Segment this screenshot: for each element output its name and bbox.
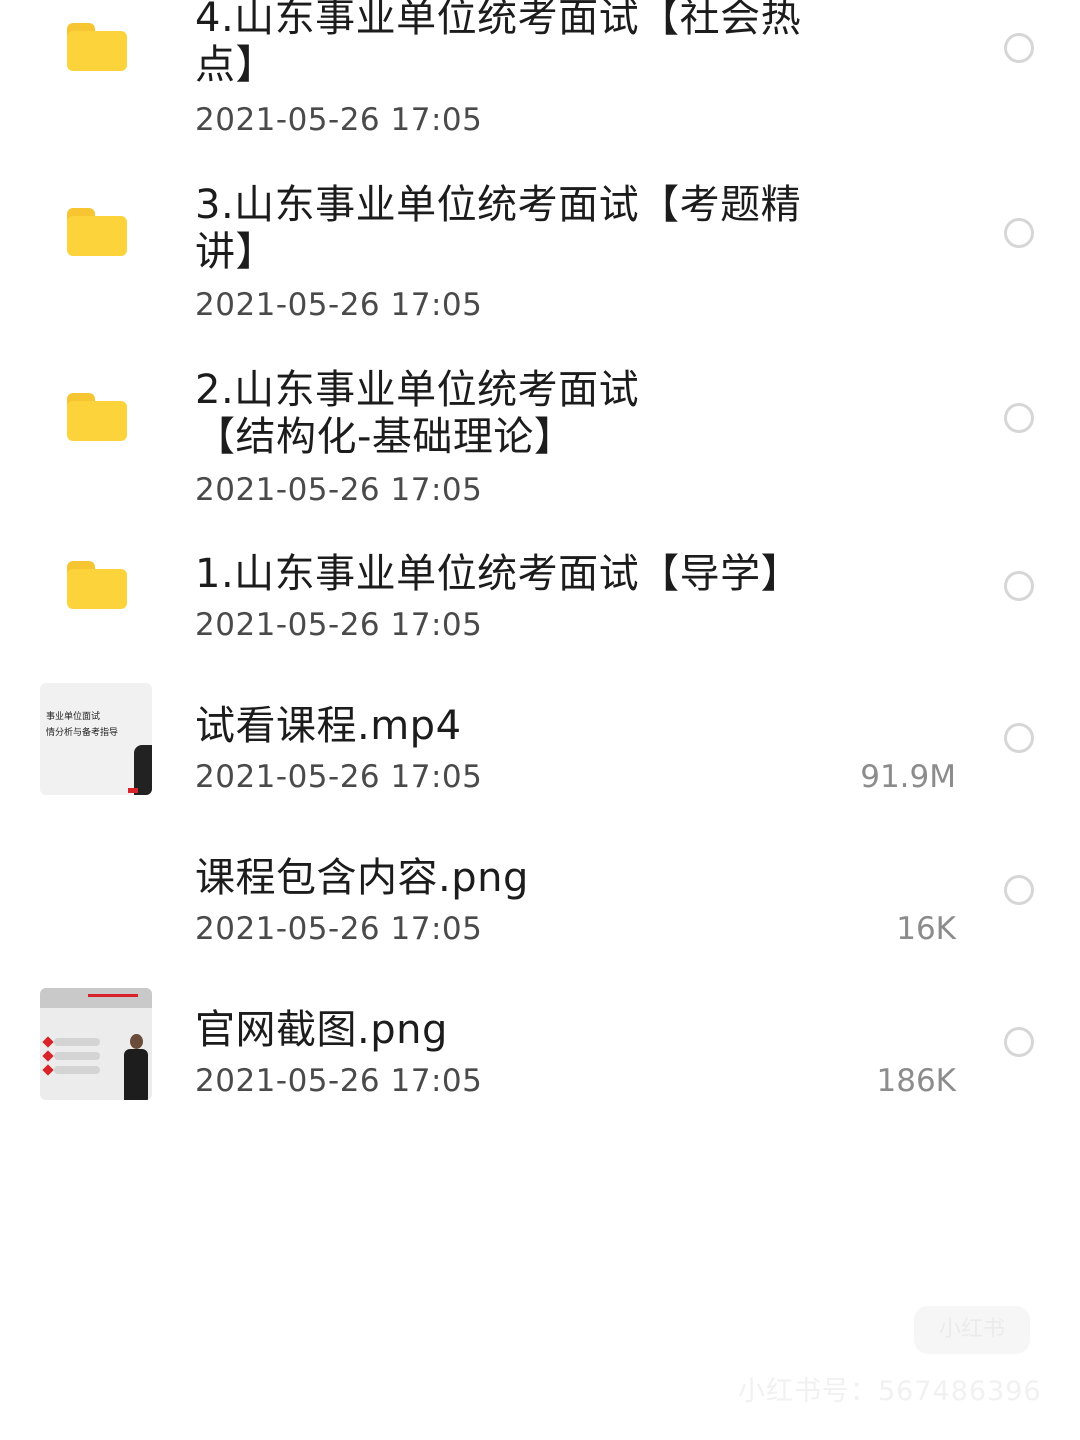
watermark-id: 小红书号：567486396 bbox=[738, 1376, 1042, 1407]
watermark-logo: 小红书 bbox=[914, 1306, 1030, 1354]
bullet-icon bbox=[42, 1064, 54, 1076]
file-size: 186K bbox=[876, 1063, 957, 1099]
bullet-icon bbox=[42, 1050, 54, 1062]
presenter-figure bbox=[124, 1034, 148, 1100]
bullet-icon bbox=[42, 1036, 54, 1048]
select-radio[interactable] bbox=[1004, 1027, 1034, 1057]
file-row[interactable]: 官网截图.png 2021-05-26 17:05 186K bbox=[0, 0, 1080, 1110]
file-date: 2021-05-26 17:05 bbox=[195, 1063, 483, 1099]
image-thumbnail bbox=[40, 988, 152, 1100]
file-name: 官网截图.png bbox=[195, 1007, 448, 1053]
